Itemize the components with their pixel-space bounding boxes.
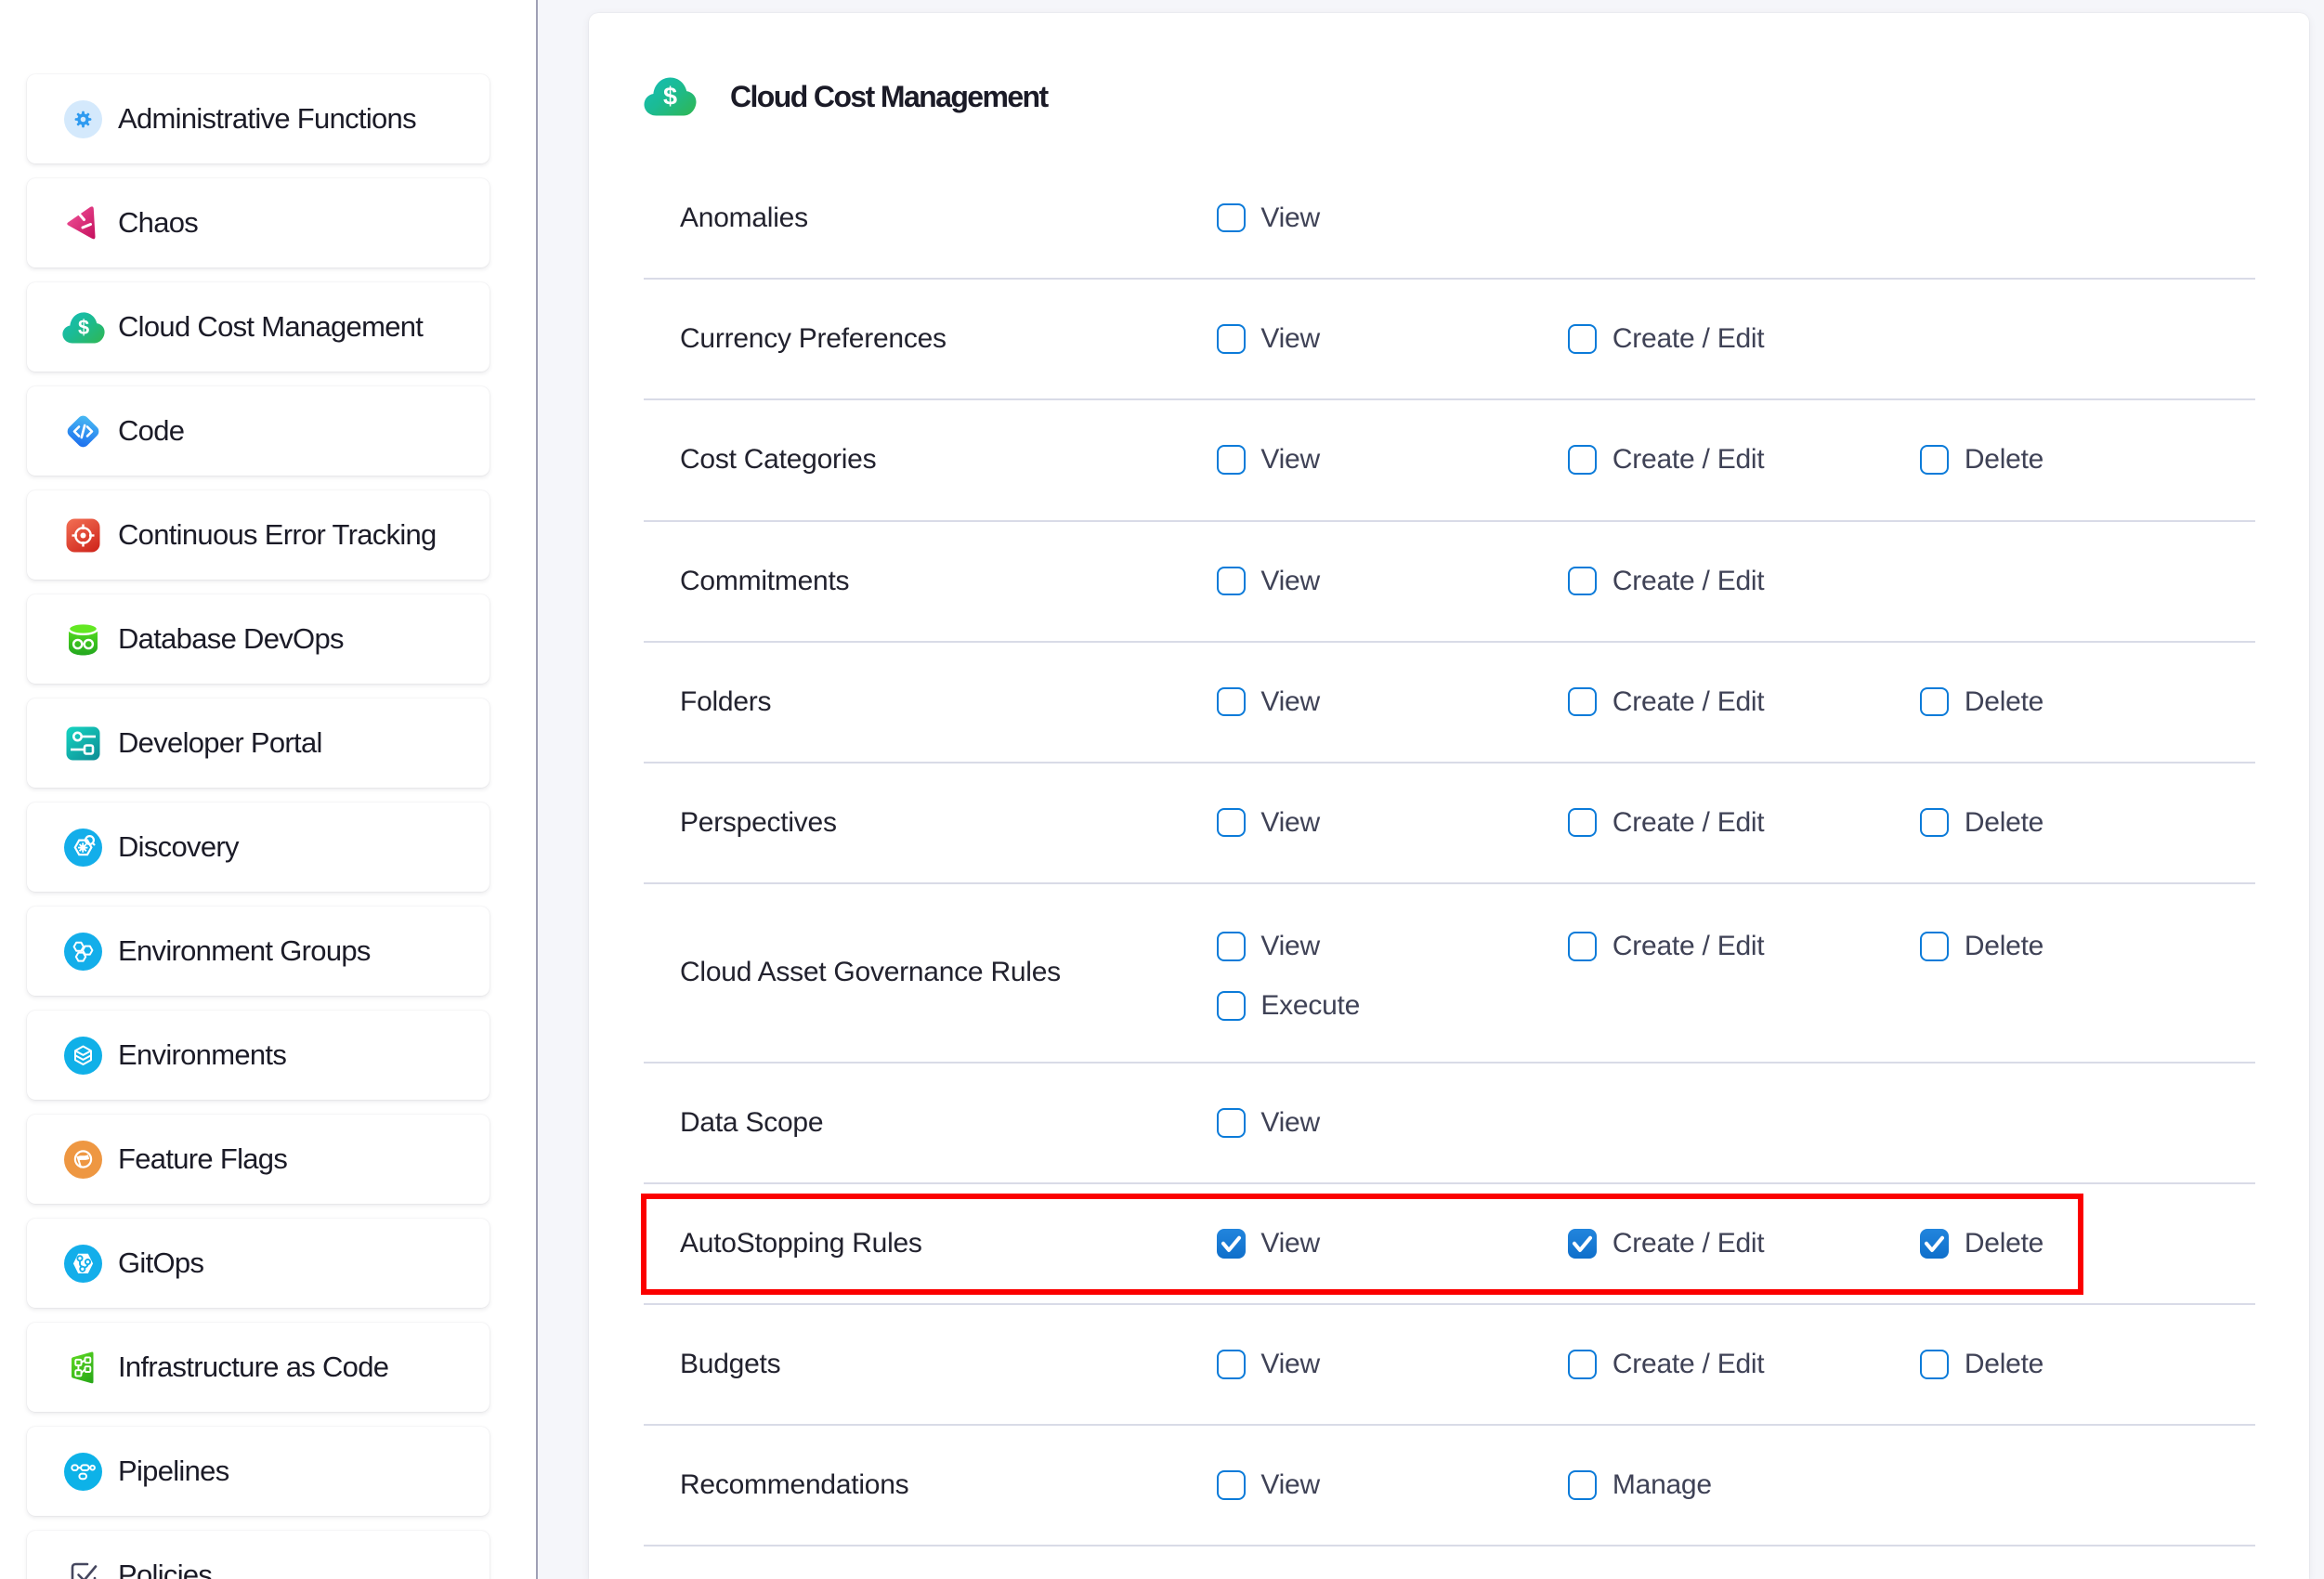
svg-text:$: $	[663, 83, 677, 111]
svg-text:$: $	[78, 316, 89, 339]
